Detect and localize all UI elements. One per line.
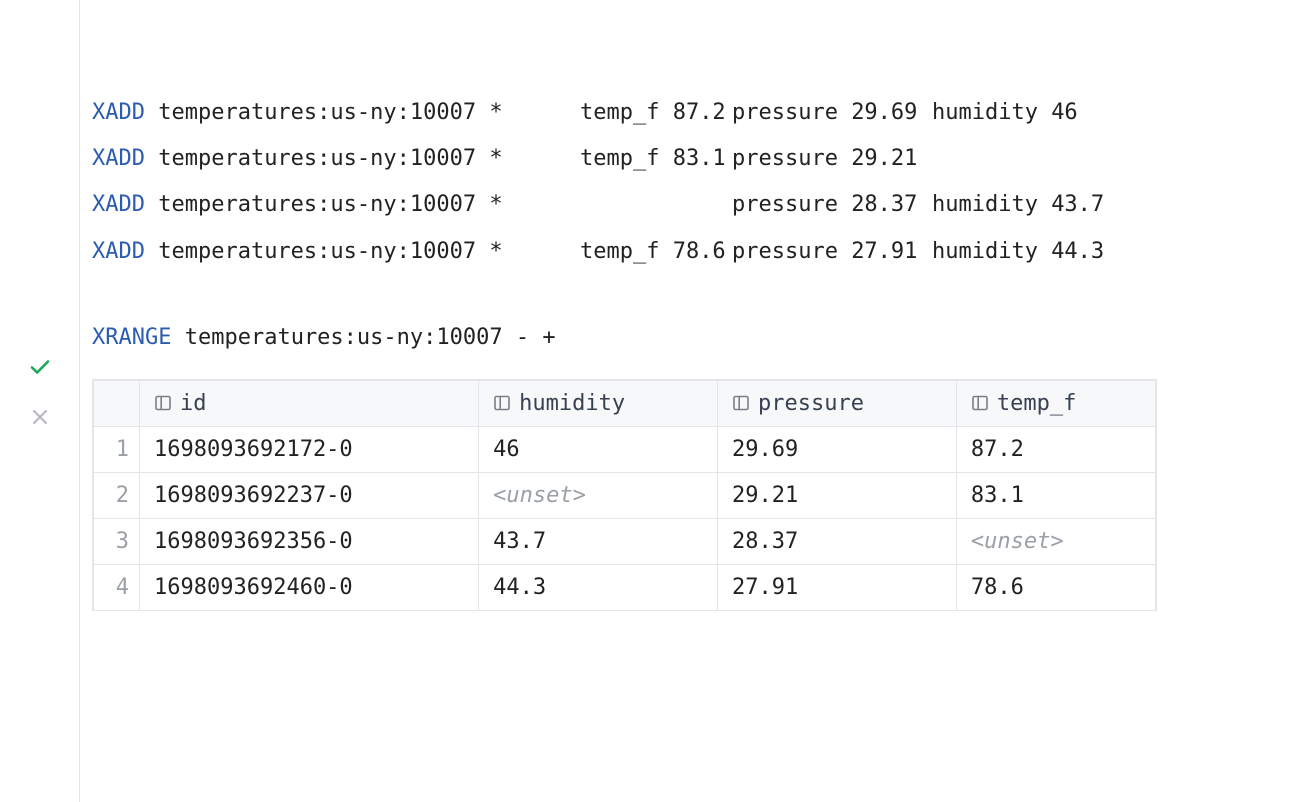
humidity-field: humidity 43.7 <box>932 182 1104 228</box>
cell-temp_f[interactable]: 87.2 <box>956 426 1155 472</box>
stream-key: temperatures:us-ny:10007 * <box>145 90 580 136</box>
result-table-wrap: id humidity pressure temp_f 11698093692172-… <box>92 379 1157 611</box>
stream-key: temperatures:us-ny:10007 * <box>145 229 580 275</box>
stream-key: temperatures:us-ny:10007 * <box>145 182 580 228</box>
row-number-header <box>94 380 140 426</box>
row-number: 1 <box>94 426 140 472</box>
xadd-keyword: XADD <box>92 90 145 136</box>
cell-pressure[interactable]: 28.37 <box>718 518 957 564</box>
row-number: 3 <box>94 518 140 564</box>
xadd-line[interactable]: XADD temperatures:us-ny:10007 * temp_f 8… <box>92 136 1286 182</box>
cell-temp_f[interactable]: <unset> <box>956 518 1155 564</box>
main-panel: XADD temperatures:us-ny:10007 * temp_f 8… <box>80 0 1296 802</box>
cell-id[interactable]: 1698093692237-0 <box>140 472 479 518</box>
column-icon <box>971 394 989 412</box>
xrange-key: temperatures:us-ny:10007 <box>185 315 503 361</box>
column-icon <box>732 394 750 412</box>
humidity-field: humidity 44.3 <box>932 229 1104 275</box>
column-header-humidity[interactable]: humidity <box>479 380 718 426</box>
column-label: id <box>180 391 207 416</box>
cell-pressure[interactable]: 29.21 <box>718 472 957 518</box>
table-row[interactable]: 11698093692172-04629.6987.2 <box>94 426 1156 472</box>
xadd-line[interactable]: XADD temperatures:us-ny:10007 * temp_f 8… <box>92 90 1286 136</box>
cell-humidity[interactable]: 46 <box>479 426 718 472</box>
table-row[interactable]: 21698093692237-0<unset>29.2183.1 <box>94 472 1156 518</box>
cell-id[interactable]: 1698093692172-0 <box>140 426 479 472</box>
cell-pressure[interactable]: 27.91 <box>718 564 957 610</box>
column-icon <box>493 394 511 412</box>
temp-field <box>580 182 732 228</box>
cell-id[interactable]: 1698093692460-0 <box>140 564 479 610</box>
xrange-line[interactable]: XRANGE temperatures:us-ny:10007 - + <box>92 315 1286 361</box>
cell-temp_f[interactable]: 83.1 <box>956 472 1155 518</box>
xadd-line[interactable]: XADD temperatures:us-ny:10007 * pressure… <box>92 182 1286 228</box>
stream-key: temperatures:us-ny:10007 * <box>145 136 580 182</box>
temp-field: temp_f 83.1 <box>580 136 732 182</box>
xadd-keyword: XADD <box>92 229 145 275</box>
pressure-field: pressure 28.37 <box>732 182 932 228</box>
xadd-line[interactable]: XADD temperatures:us-ny:10007 * temp_f 7… <box>92 229 1286 275</box>
cell-temp_f[interactable]: 78.6 <box>956 564 1155 610</box>
humidity-field: humidity 46 <box>932 90 1078 136</box>
pressure-field: pressure 27.91 <box>732 229 932 275</box>
temp-field: temp_f 87.2 <box>580 90 732 136</box>
column-label: temp_f <box>997 391 1076 416</box>
row-number: 2 <box>94 472 140 518</box>
gutter <box>0 0 80 802</box>
cell-humidity[interactable]: <unset> <box>479 472 718 518</box>
column-label: humidity <box>519 391 625 416</box>
close-icon[interactable] <box>0 407 79 427</box>
pressure-field: pressure 29.21 <box>732 136 932 182</box>
success-check-icon <box>0 355 79 379</box>
xrange-keyword: XRANGE <box>92 315 171 361</box>
row-number: 4 <box>94 564 140 610</box>
column-icon <box>154 394 172 412</box>
result-table[interactable]: id humidity pressure temp_f 11698093692172-… <box>93 380 1156 610</box>
cell-humidity[interactable]: 43.7 <box>479 518 718 564</box>
xadd-block[interactable]: XADD temperatures:us-ny:10007 * temp_f 8… <box>92 90 1286 275</box>
column-header-id[interactable]: id <box>140 380 479 426</box>
column-header-temp_f[interactable]: temp_f <box>956 380 1155 426</box>
xadd-keyword: XADD <box>92 182 145 228</box>
table-row[interactable]: 41698093692460-044.327.9178.6 <box>94 564 1156 610</box>
temp-field: temp_f 78.6 <box>580 229 732 275</box>
table-row[interactable]: 31698093692356-043.728.37<unset> <box>94 518 1156 564</box>
column-header-pressure[interactable]: pressure <box>718 380 957 426</box>
cell-humidity[interactable]: 44.3 <box>479 564 718 610</box>
column-label: pressure <box>758 391 864 416</box>
cell-id[interactable]: 1698093692356-0 <box>140 518 479 564</box>
pressure-field: pressure 29.69 <box>732 90 932 136</box>
xadd-keyword: XADD <box>92 136 145 182</box>
xrange-tail: - + <box>516 315 556 361</box>
cell-pressure[interactable]: 29.69 <box>718 426 957 472</box>
